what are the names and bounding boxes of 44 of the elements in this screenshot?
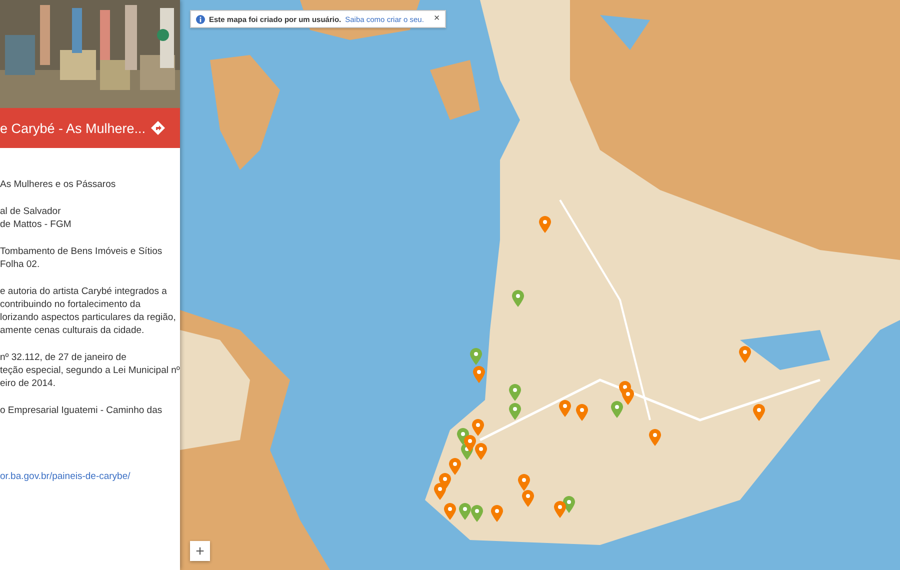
map-pin-icon[interactable] (444, 503, 456, 520)
description-text: As Mulheres e os Pássaros (0, 178, 116, 191)
description-text: Tombamento de Bens Imóveis e Sítios (0, 245, 162, 258)
description-text: contribuindo no fortalecimento da (0, 298, 140, 311)
map-pin-icon[interactable] (449, 458, 461, 475)
map-pin-icon[interactable] (559, 400, 571, 417)
zoom-in-button[interactable]: + (190, 541, 210, 561)
description-text: o Empresarial Iguatemi - Caminho das (0, 404, 162, 417)
map-pin-icon[interactable] (470, 348, 482, 365)
map-pin-icon[interactable] (509, 403, 521, 420)
description-text: eiro de 2014. (0, 377, 56, 390)
map-pin-icon[interactable] (434, 483, 446, 500)
description-text: de Mattos - FGM (0, 218, 72, 231)
map-pin-icon[interactable] (649, 429, 661, 446)
map-pin-icon[interactable] (539, 216, 551, 233)
map-pin-icon[interactable] (739, 346, 751, 363)
description-text: teção especial, segundo a Lei Municipal nº (0, 364, 180, 377)
description-text: lorizando aspectos particulares da região, (0, 311, 176, 324)
map-pin-icon[interactable] (471, 505, 483, 522)
map-pin-icon[interactable] (475, 443, 487, 460)
map-pin-icon[interactable] (611, 401, 623, 418)
map-pin-icon[interactable] (473, 366, 485, 383)
map-pin-icon[interactable] (464, 435, 476, 452)
map-pin-icon[interactable] (472, 419, 484, 436)
map-pin-icon[interactable] (459, 503, 471, 520)
map-pin-icon[interactable] (491, 505, 503, 522)
map-pin-icon[interactable] (518, 474, 530, 491)
map-pin-icon[interactable] (622, 388, 634, 405)
description-text: e autoria do artista Carybé integrados a (0, 285, 167, 298)
info-icon (196, 14, 205, 24)
map-pin-icon[interactable] (753, 404, 765, 421)
website-link[interactable]: or.ba.gov.br/paineis-de-carybe/ (0, 471, 130, 482)
map-pin-icon[interactable] (554, 501, 566, 518)
map-pin-icon[interactable] (522, 490, 534, 507)
description-text: Folha 02. (0, 258, 40, 271)
description-text: nº 32.112, de 27 de janeiro de (0, 351, 126, 364)
map-pin-icon[interactable] (576, 404, 588, 421)
directions-icon[interactable] (150, 120, 166, 136)
map-pin-icon[interactable] (509, 384, 521, 401)
map-pin-icon[interactable] (512, 290, 524, 307)
description-text: amente cenas culturais da cidade. (0, 324, 144, 337)
place-title: e Carybé - As Mulhere... (0, 120, 146, 136)
close-button[interactable]: × (428, 14, 440, 24)
description-text: al de Salvador (0, 205, 61, 218)
